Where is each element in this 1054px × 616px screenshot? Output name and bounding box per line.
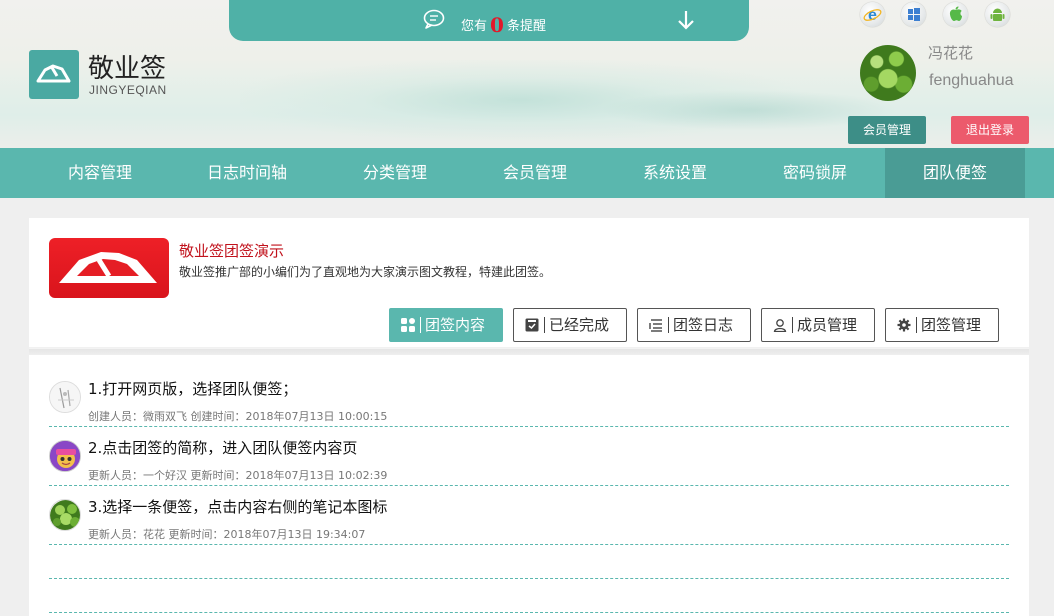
tab-label: 团签日志 <box>668 317 733 333</box>
tab-label: 团签内容 <box>420 317 485 333</box>
user-name-en: fenghuahua <box>929 72 1014 89</box>
updater-avatar <box>49 499 81 531</box>
note-title[interactable]: 1.打开网页版，选择团队便签； <box>88 378 297 399</box>
notification-bar[interactable]: 您有 0 条提醒 <box>229 0 749 41</box>
tab-label: 成员管理 <box>792 317 857 333</box>
nav-item-member[interactable]: 会员管理 <box>465 148 605 198</box>
nav-item-team[interactable]: 团队便签 <box>885 148 1025 198</box>
note-list: 1.打开网页版，选择团队便签； 创建人员：微雨双飞 创建时间：2018年07月1… <box>29 355 1029 616</box>
note-meta: 更新人员：花花 更新时间：2018年07月13日 19:34:07 <box>88 528 366 541</box>
list-item-empty <box>49 545 1009 579</box>
note-meta: 更新人员：一个好汉 更新时间：2018年07月13日 10:02:39 <box>88 469 388 482</box>
tab-team-settings[interactable]: 团签管理 <box>885 308 999 342</box>
ie-icon[interactable]: e <box>860 2 885 27</box>
brand-subtitle: JINGYEQIAN <box>89 83 167 97</box>
user-avatar[interactable] <box>860 45 916 101</box>
android-icon[interactable] <box>985 2 1010 27</box>
notification-text: 您有 0 条提醒 <box>461 13 546 37</box>
creator-avatar <box>49 381 81 413</box>
nav-item-lock[interactable]: 密码锁屏 <box>745 148 885 198</box>
updater-avatar <box>49 440 81 472</box>
note-meta: 创建人员：微雨双飞 创建时间：2018年07月13日 10:00:15 <box>88 410 388 423</box>
main-nav: 内容管理 日志时间轴 分类管理 会员管理 系统设置 密码锁屏 团队便签 <box>0 148 1054 198</box>
list-item-empty <box>49 579 1009 613</box>
gear-icon <box>897 318 911 332</box>
arrow-down-icon[interactable] <box>677 9 695 31</box>
member-management-button[interactable]: 会员管理 <box>848 116 926 144</box>
check-box-icon <box>525 318 539 332</box>
note-title[interactable]: 2.点击团签的简称，进入团队便签内容页 <box>88 437 357 458</box>
brand-title: 敬业签 <box>88 54 167 84</box>
nav-item-content[interactable]: 内容管理 <box>30 148 170 198</box>
team-title: 敬业签团签演示 <box>179 242 285 260</box>
grid-icon <box>401 318 415 332</box>
tab-member-management[interactable]: 成员管理 <box>761 308 875 342</box>
chat-bubble-icon <box>423 9 445 29</box>
nav-item-category[interactable]: 分类管理 <box>325 148 465 198</box>
page-header: 您有 0 条提醒 敬业签 JINGYEQIAN e 冯花花 fenghuahua… <box>0 0 1054 148</box>
list-item[interactable]: 3.选择一条便签，点击内容右侧的笔记本图标 更新人员：花花 更新时间：2018年… <box>49 486 1009 545</box>
team-description: 敬业签推广部的小编们为了直观地为大家演示图文教程，特建此团签。 <box>179 265 552 279</box>
notification-count: 0 <box>490 13 504 37</box>
tab-team-log[interactable]: 团签日志 <box>637 308 751 342</box>
list-item[interactable]: 2.点击团签的简称，进入团队便签内容页 更新人员：一个好汉 更新时间：2018年… <box>49 427 1009 486</box>
tab-label: 已经完成 <box>544 317 609 333</box>
user-name-cn: 冯花花 <box>928 44 974 62</box>
apple-icon[interactable] <box>943 2 968 27</box>
log-list-icon <box>649 319 662 332</box>
windows-icon[interactable] <box>901 2 926 27</box>
team-info-card: 敬业签团签演示 敬业签推广部的小编们为了直观地为大家演示图文教程，特建此团签。 … <box>29 218 1029 349</box>
tab-completed[interactable]: 已经完成 <box>513 308 627 342</box>
logo-icon[interactable] <box>29 50 79 99</box>
nav-item-timeline[interactable]: 日志时间轴 <box>177 148 317 198</box>
user-icon <box>773 319 787 332</box>
note-title[interactable]: 3.选择一条便签，点击内容右侧的笔记本图标 <box>88 496 387 517</box>
logout-button[interactable]: 退出登录 <box>951 116 1029 144</box>
list-item[interactable]: 1.打开网页版，选择团队便签； 创建人员：微雨双飞 创建时间：2018年07月1… <box>49 368 1009 427</box>
nav-item-settings[interactable]: 系统设置 <box>605 148 745 198</box>
team-logo-icon <box>49 238 169 298</box>
tab-label: 团签管理 <box>916 317 981 333</box>
tab-team-content[interactable]: 团签内容 <box>389 308 503 342</box>
